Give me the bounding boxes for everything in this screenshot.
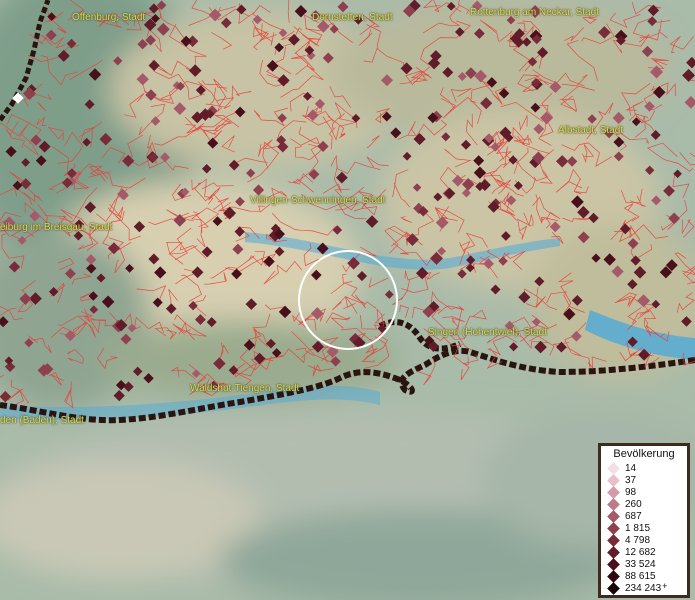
legend-title: Bevölkerung [613, 448, 675, 460]
city-label-dornstetten[interactable]: Dornstetten, Stadt [312, 12, 393, 23]
legend-item-label: 260 [625, 498, 642, 510]
legend-items: 14 37 98 260 687 1 815 4 798 12 682 33 524 88 615… [605, 461, 683, 596]
legend-swatch-icon [607, 461, 620, 475]
city-label-albstadt[interactable]: Albstadt, Stadt [558, 125, 623, 136]
city-label-offenburg[interactable]: Offenburg, Stadt [72, 12, 145, 23]
legend-item-label: 4 798 [625, 535, 651, 547]
legend-swatch-icon [607, 497, 620, 511]
legend-item-label: 14 [625, 462, 637, 474]
legend-swatch-icon [607, 473, 620, 487]
city-label-singen[interactable]: Singen (Hohentwiel), Stadt [428, 327, 547, 338]
population-legend: Bevölkerung 14 37 98 260 687 1 815 4 798 12 682… [598, 443, 690, 598]
legend-item: 4 798 [605, 534, 683, 547]
legend-item: 14 [605, 461, 683, 475]
legend-item-label: 33 524 [625, 559, 656, 571]
legend-item: 12 682 [605, 546, 683, 560]
legend-item-label: 37 [625, 474, 637, 486]
legend-item: 1 815 [605, 522, 683, 535]
legend-item-label: 687 [625, 510, 642, 522]
legend-item-label: 234 243 [625, 583, 662, 595]
legend-swatch-icon [607, 582, 620, 596]
legend-item: 33 524 [605, 558, 683, 572]
city-label-rottenburg[interactable]: Rottenburg am Neckar, Stadt [470, 7, 599, 18]
map-canvas[interactable]: Offenburg, Stadt Dornstetten, Stadt Rott… [0, 0, 695, 600]
legend-item-label: 12 682 [625, 547, 656, 559]
legend-swatch-icon [607, 510, 620, 523]
map-terrain[interactable] [0, 0, 695, 600]
city-label-freiburg[interactable]: eiburg im Breisgau, Stadt [0, 222, 112, 233]
legend-item: 234 243 + [605, 580, 683, 596]
legend-item-label: 98 [625, 486, 637, 498]
legend-item: 260 [605, 497, 683, 511]
legend-overflow-marker: + [662, 580, 668, 591]
legend-item-label: 1 815 [625, 523, 651, 535]
legend-item: 37 [605, 473, 683, 487]
legend-swatch-icon [607, 534, 620, 547]
legend-item: 98 [605, 485, 683, 499]
city-label-villingen[interactable]: Villingen-Schwenningen, Stadt [250, 195, 385, 206]
city-label-baden[interactable]: den (Baden), Stadt [0, 415, 84, 426]
city-label-waldshut[interactable]: Waldshut-Tiengen, Stadt [190, 383, 299, 394]
legend-item-label: 88 615 [625, 571, 656, 583]
legend-swatch-icon [607, 522, 620, 535]
legend-swatch-icon [607, 485, 620, 499]
legend-item: 88 615 [605, 570, 683, 584]
legend-item: 687 [605, 510, 683, 523]
